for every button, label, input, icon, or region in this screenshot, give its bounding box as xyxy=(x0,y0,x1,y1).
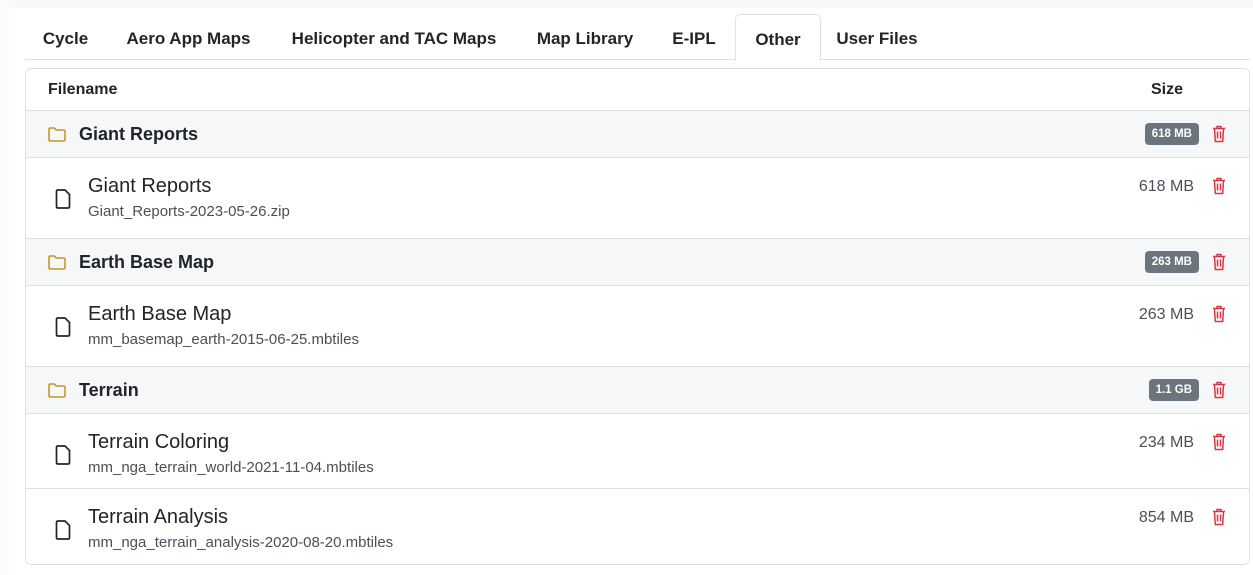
trash-icon[interactable] xyxy=(1212,253,1226,271)
file-filename: Giant_Reports-2023-05-26.zip xyxy=(88,203,290,220)
group-row-giant-reports[interactable]: Giant Reports 618 MB xyxy=(26,110,1249,157)
file-filename: mm_nga_terrain_analysis-2020-08-20.mbtil… xyxy=(88,534,394,551)
trash-icon[interactable] xyxy=(1212,508,1226,526)
file-title: Earth Base Map xyxy=(88,303,232,325)
tab-cycle[interactable]: Cycle xyxy=(25,14,106,60)
file-size: 263 MB xyxy=(1138,306,1194,323)
file-title: Terrain Analysis xyxy=(88,506,229,528)
group-name: Giant Reports xyxy=(79,124,199,144)
group-name: Earth Base Map xyxy=(79,252,215,272)
file-row[interactable]: Terrain Analysis mm_nga_terrain_analysis… xyxy=(26,488,1249,564)
files-table: Filename Size Giant Reports 618 MB Giant… xyxy=(25,68,1250,565)
group-name: Terrain xyxy=(79,380,139,400)
trash-icon[interactable] xyxy=(1212,433,1226,451)
folder-icon xyxy=(48,127,66,142)
group-row-terrain[interactable]: Terrain 1.1 GB xyxy=(26,366,1249,413)
file-icon xyxy=(55,520,71,540)
file-row[interactable]: Earth Base Map mm_basemap_earth-2015-06-… xyxy=(26,285,1249,366)
file-size: 854 MB xyxy=(1138,509,1194,526)
tab-user-files[interactable]: User Files xyxy=(821,14,933,60)
file-size: 234 MB xyxy=(1138,434,1194,451)
file-size: 618 MB xyxy=(1138,178,1194,195)
file-title: Terrain Coloring xyxy=(88,431,230,453)
table-header: Filename Size xyxy=(26,69,1249,110)
file-filename: mm_basemap_earth-2015-06-25.mbtiles xyxy=(88,331,359,348)
file-row[interactable]: Terrain Coloring mm_nga_terrain_world-20… xyxy=(26,413,1249,494)
tab-other[interactable]: Other xyxy=(735,14,821,61)
folder-icon xyxy=(48,383,66,398)
filename-column-header: Filename xyxy=(48,81,118,98)
file-row[interactable]: Giant Reports Giant_Reports-2023-05-26.z… xyxy=(26,157,1249,238)
tab-map-library[interactable]: Map Library xyxy=(517,14,653,60)
top-strip xyxy=(0,0,1253,8)
file-icon xyxy=(55,189,71,209)
group-size-badge: 618 MB xyxy=(1144,123,1199,145)
file-icon xyxy=(55,445,71,465)
group-row-earth-base-map[interactable]: Earth Base Map 263 MB xyxy=(26,238,1249,285)
tab-bar: Cycle Aero App Maps Helicopter and TAC M… xyxy=(25,14,1250,61)
group-size-badge: 263 MB xyxy=(1144,251,1199,273)
tab-aero-app-maps[interactable]: Aero App Maps xyxy=(106,14,271,60)
file-title: Giant Reports xyxy=(88,175,212,197)
left-edge xyxy=(0,0,9,575)
file-filename: mm_nga_terrain_world-2021-11-04.mbtiles xyxy=(88,459,374,476)
tab-e-ipl[interactable]: E-IPL xyxy=(653,14,735,60)
folder-icon xyxy=(48,255,66,270)
trash-icon[interactable] xyxy=(1212,305,1226,323)
trash-icon[interactable] xyxy=(1212,381,1226,399)
trash-icon[interactable] xyxy=(1212,177,1226,195)
trash-icon[interactable] xyxy=(1212,125,1226,143)
size-column-header: Size xyxy=(1150,81,1183,98)
file-icon xyxy=(55,317,71,337)
tab-helicopter-tac-maps[interactable]: Helicopter and TAC Maps xyxy=(271,14,517,60)
group-size-badge: 1.1 GB xyxy=(1148,379,1199,401)
